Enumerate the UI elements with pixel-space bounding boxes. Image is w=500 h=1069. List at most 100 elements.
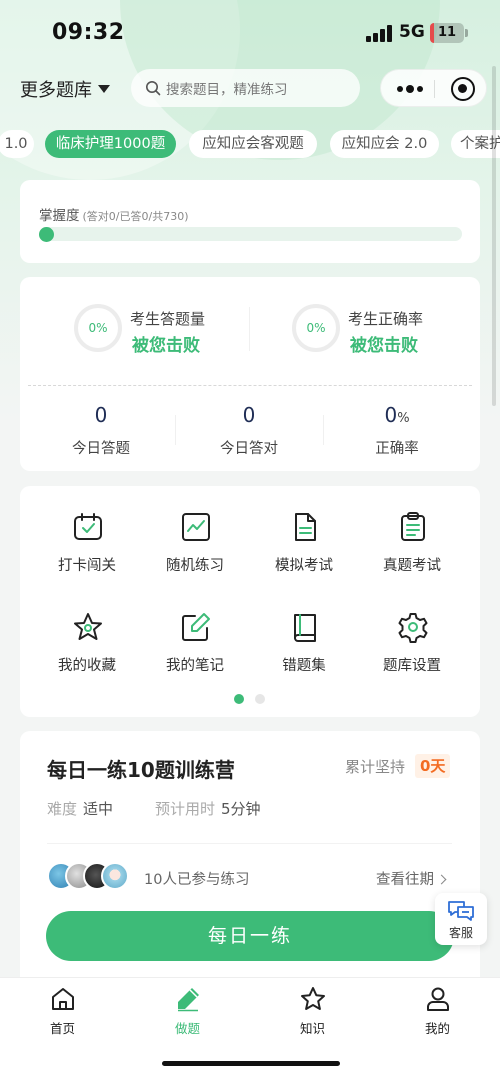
grid-item-wrong-questions-label: 错题集 (282, 658, 326, 674)
tab-home-label: 首页 (49, 1021, 75, 1036)
tab-practice[interactable]: 做题 (125, 986, 250, 1038)
grid-item-notes-label: 我的笔记 (166, 658, 224, 674)
today-correct-label: 今日答对 (220, 441, 278, 457)
grid-item-mock-exam[interactable]: 模拟考试 (249, 511, 359, 591)
daily-title: 每日一练10题训练营 (47, 758, 235, 782)
trend-chart-icon (182, 513, 210, 541)
chevron-right-icon (436, 874, 447, 885)
daily-practice-button[interactable]: 每日一练 (46, 911, 454, 961)
close-target-icon[interactable] (451, 77, 475, 101)
document-icon (295, 513, 316, 541)
grid-item-random[interactable]: 随机练习 (140, 511, 250, 591)
correct-rate-value: 0% (322, 403, 472, 427)
status-bar: 09:32 5G 11 (0, 0, 500, 66)
network-type: 5G (399, 22, 425, 42)
difficulty-label: 难度 (47, 800, 78, 818)
page-dot-2[interactable] (255, 694, 265, 704)
calendar-check-icon (74, 513, 102, 540)
page-dot-1[interactable] (234, 694, 244, 704)
star-icon (301, 987, 325, 1010)
user-icon (427, 987, 449, 1011)
bank-tabs: 1.0 临床护理1000题 应知应会客观题 应知应会 2.0 个案护 (0, 130, 500, 160)
tab-practice-label: 做题 (174, 1021, 200, 1036)
answer-volume-label: 考生答题量 (130, 310, 206, 328)
tab-bank-1[interactable]: 临床护理1000题 (45, 130, 176, 158)
tab-knowledge[interactable]: 知识 (250, 986, 375, 1038)
today-answered-value: 0 (94, 403, 108, 427)
customer-service-label: 客服 (448, 926, 473, 940)
grid-item-bank-settings-label: 题库设置 (383, 658, 441, 674)
grid-item-random-label: 随机练习 (166, 558, 224, 574)
mastery-label: 掌握度 (39, 208, 80, 224)
accuracy-value: 被您击败 (350, 336, 418, 356)
grid-item-wrong-questions[interactable]: 错题集 (249, 611, 359, 691)
history-link[interactable]: 查看往期 (376, 868, 447, 889)
difficulty-value: 适中 (83, 800, 114, 818)
tab-knowledge-label: 知识 (299, 1021, 325, 1036)
answer-volume-ring: 0% (74, 304, 122, 352)
grid-item-favorites-label: 我的收藏 (58, 658, 116, 674)
participant-avatars (47, 862, 137, 892)
tab-bank-2[interactable]: 应知应会客观题 (189, 130, 317, 158)
function-grid: 打卡闯关 随机练习 模拟考试 真题考试 我的收藏 我的笔记 错题集 题库设置 (20, 486, 480, 717)
correct-rate-label: 正确率 (375, 441, 419, 457)
mastery-card: 掌握度 (答对0/已答0/共730) (20, 180, 480, 263)
grid-item-real-exam[interactable]: 真题考试 (357, 511, 467, 591)
scrollbar[interactable] (492, 66, 496, 406)
history-link-label: 查看往期 (376, 872, 434, 888)
mastery-progress-bar (39, 227, 462, 241)
grid-item-mock-exam-label: 模拟考试 (275, 558, 333, 574)
today-answered-label: 今日答题 (72, 441, 130, 457)
grid-item-real-exam-label: 真题考试 (383, 558, 441, 574)
nav-bar: 更多题库 搜索题目，精准练习 (0, 66, 500, 112)
more-icon[interactable] (397, 80, 425, 98)
time-value: 5分钟 (221, 800, 261, 818)
search-input[interactable]: 搜索题目，精准练习 (131, 69, 360, 107)
battery-level: 11 (437, 25, 457, 40)
estimated-time: 预计用时 5分钟 (155, 798, 261, 819)
bank-switch-button[interactable]: 更多题库 (20, 76, 110, 102)
mastery-detail: (答对0/已答0/共730) (82, 210, 189, 223)
bank-switch-label: 更多题库 (20, 80, 92, 101)
tab-mine[interactable]: 我的 (375, 986, 500, 1038)
pencil-icon (178, 988, 199, 1012)
time-label: 预计用时 (155, 800, 216, 818)
tab-mine-label: 我的 (424, 1021, 450, 1036)
grid-item-checkin[interactable]: 打卡闯关 (32, 511, 142, 591)
book-icon (294, 614, 316, 642)
caret-down-icon (98, 85, 110, 93)
battery-cap (465, 29, 468, 37)
gear-icon (398, 613, 428, 643)
status-time: 09:32 (52, 20, 125, 45)
mini-program-capsule (380, 69, 487, 107)
battery-icon: 11 (430, 23, 464, 43)
streak-label: 累计坚持 (345, 758, 406, 776)
edit-note-icon (182, 613, 210, 641)
search-icon (146, 81, 161, 96)
mastery-progress-knob (39, 227, 54, 242)
answer-volume-value: 被您击败 (132, 336, 200, 356)
participants-count: 10人已参与练习 (144, 872, 250, 888)
today-correct-value: 0 (242, 403, 256, 427)
customer-service-button[interactable]: 客服 (435, 893, 487, 945)
tab-bank-0[interactable]: 1.0 (0, 130, 34, 158)
chat-bubble-icon (448, 901, 474, 921)
tab-bank-3[interactable]: 应知应会 2.0 (330, 130, 439, 158)
tab-home[interactable]: 首页 (0, 986, 125, 1038)
correct-rate-unit: % (397, 411, 410, 426)
stats-divider (28, 385, 472, 386)
daily-practice-card: 每日一练10题训练营 累计坚持 0天 难度 适中 预计用时 5分钟 10人已参与练习… (20, 731, 480, 977)
grid-item-checkin-label: 打卡闯关 (58, 558, 116, 574)
home-indicator (162, 1061, 340, 1066)
grid-item-notes[interactable]: 我的笔记 (140, 611, 250, 691)
star-icon (74, 613, 102, 640)
correct-rate-number: 0 (384, 403, 398, 427)
mastery-title: 掌握度 (答对0/已答0/共730) (39, 204, 189, 224)
grid-item-favorites[interactable]: 我的收藏 (32, 611, 142, 691)
grid-item-bank-settings[interactable]: 题库设置 (357, 611, 467, 691)
accuracy-ring: 0% (292, 304, 340, 352)
accuracy-label: 考生正确率 (348, 310, 424, 328)
stats-card: 0% 考生答题量 被您击败 0% 考生正确率 被您击败 0 今日答题 0 今日答… (20, 277, 480, 471)
clipboard-icon (401, 512, 425, 541)
home-icon (52, 988, 74, 1010)
